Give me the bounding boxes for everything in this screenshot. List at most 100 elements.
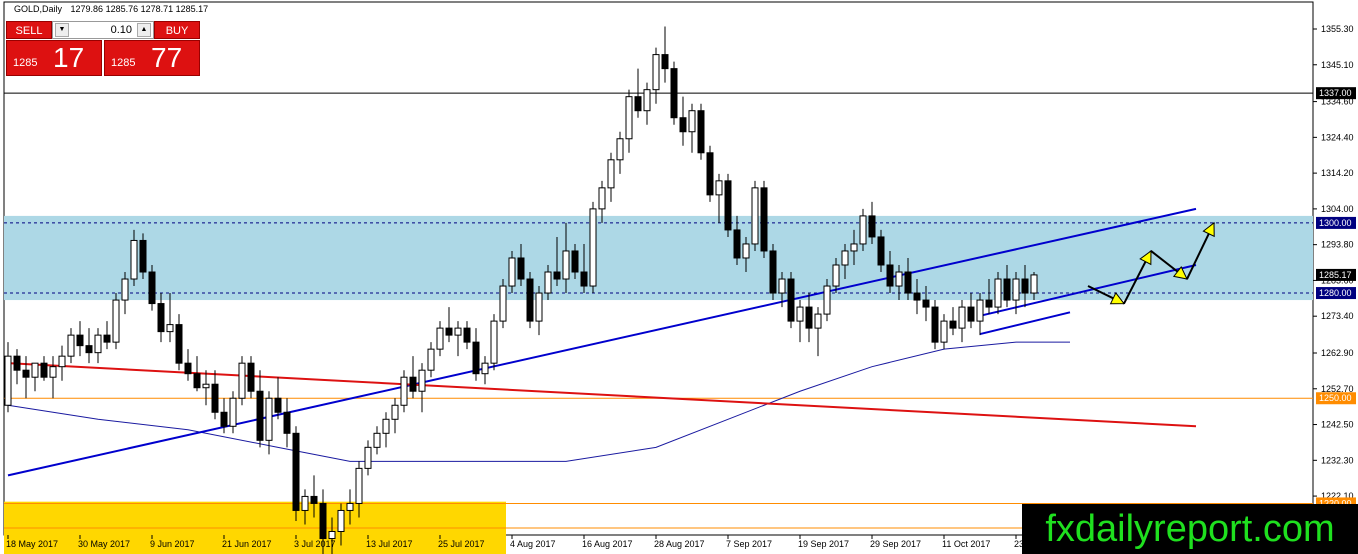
candle [139, 233, 147, 280]
candle [292, 426, 300, 521]
candle-body [715, 180, 723, 196]
candle-body [76, 334, 84, 347]
candle-body [490, 320, 498, 364]
y-tick-label: 1293.80 [1321, 240, 1354, 250]
candle-body [103, 334, 111, 343]
x-tick-label: 21 Jun 2017 [222, 539, 272, 549]
x-tick-label: 19 Sep 2017 [798, 539, 849, 549]
candle-body [382, 418, 390, 434]
candle-body [517, 257, 525, 280]
candle-body [67, 334, 75, 357]
candle-body [580, 271, 588, 287]
candle-body [499, 285, 507, 322]
candle-body [778, 278, 786, 294]
candle-body [1021, 278, 1029, 294]
candle-body [409, 376, 417, 392]
candle-body [229, 397, 237, 427]
price-label: 1300.00 [1319, 218, 1352, 228]
candle [760, 180, 768, 258]
candle-body [211, 383, 219, 413]
candle-body [94, 334, 102, 354]
candle-body [121, 278, 129, 301]
x-tick-label: 11 Oct 2017 [942, 539, 990, 549]
candle-body [868, 215, 876, 238]
candle-body [112, 299, 120, 343]
candle-body [391, 404, 399, 420]
candle-body [265, 397, 273, 441]
y-tick-label: 1232.30 [1321, 455, 1354, 465]
candle [670, 61, 678, 125]
candle [787, 272, 795, 329]
x-tick-label: 18 May 2017 [6, 539, 58, 549]
candle-body [823, 285, 831, 315]
price-chart: 1355.301345.101334.601324.401314.201304.… [3, 1, 1356, 554]
candle-body [949, 320, 957, 329]
candle-body [616, 138, 624, 161]
x-tick-label: 25 Jul 2017 [438, 539, 485, 549]
candle-body [436, 327, 444, 350]
candle-body [139, 239, 147, 273]
candle-body [634, 96, 642, 112]
candle-body [427, 348, 435, 371]
candle [148, 264, 156, 311]
candle [697, 103, 705, 160]
one-click-trading-panel: SELL ▼ ▲ BUY 1285 17 1285 77 [6, 21, 200, 77]
candle-body [661, 54, 669, 70]
candle-body [940, 320, 948, 343]
candle-body [841, 250, 849, 266]
x-tick-label: 29 Sep 2017 [870, 539, 921, 549]
buy-price-prefix: 1285 [111, 57, 136, 69]
candle-body [247, 362, 255, 392]
candle-body [4, 355, 12, 406]
y-tick-label: 1273.40 [1321, 311, 1354, 321]
candle-body [274, 397, 282, 413]
candle-body [58, 355, 66, 368]
candle-body [40, 362, 48, 378]
candle-body [310, 495, 318, 504]
candle-body [13, 355, 21, 371]
candle-body [598, 187, 606, 210]
lot-increase-button[interactable]: ▲ [137, 23, 151, 37]
candle-body [553, 271, 561, 280]
candle [490, 314, 498, 371]
lot-size-input[interactable] [71, 23, 135, 37]
candle-body [49, 366, 57, 378]
sell-button[interactable]: SELL [6, 21, 52, 39]
y-tick-label: 1324.40 [1321, 132, 1354, 142]
candle-body [724, 180, 732, 231]
candle-body [220, 411, 228, 427]
candle [751, 180, 759, 251]
candle-body [355, 467, 363, 504]
lot-decrease-button[interactable]: ▼ [55, 23, 69, 37]
candle-body [904, 271, 912, 294]
candle-body [859, 215, 867, 245]
candle-body [130, 239, 138, 280]
candle-body [184, 362, 192, 375]
candle-body [985, 299, 993, 308]
candle [769, 243, 777, 301]
x-tick-label: 28 Aug 2017 [654, 539, 705, 549]
candle-body [733, 229, 741, 259]
candle-body [85, 345, 93, 354]
candle-body [301, 495, 309, 511]
sell-price-button[interactable]: 1285 17 [6, 40, 102, 76]
candle-body [607, 159, 615, 189]
x-tick-label: 30 May 2017 [78, 539, 130, 549]
zone-blue [4, 215, 1313, 301]
buy-price-button[interactable]: 1285 77 [104, 40, 200, 76]
y-tick-label: 1314.20 [1321, 168, 1354, 178]
x-tick-label: 3 Jul 2017 [294, 539, 336, 549]
candle-body [535, 292, 543, 322]
candle-body [481, 362, 489, 375]
candle-body [328, 530, 336, 540]
candle-body [958, 306, 966, 329]
candle-body [544, 271, 552, 294]
candle-body [652, 54, 660, 91]
candle-body [346, 502, 354, 511]
candle-body [895, 271, 903, 287]
x-tick-label: 4 Aug 2017 [510, 539, 556, 549]
buy-button[interactable]: BUY [154, 21, 200, 39]
candle-body [787, 278, 795, 322]
price-label: 1250.00 [1319, 393, 1352, 403]
candle-body [373, 432, 381, 448]
